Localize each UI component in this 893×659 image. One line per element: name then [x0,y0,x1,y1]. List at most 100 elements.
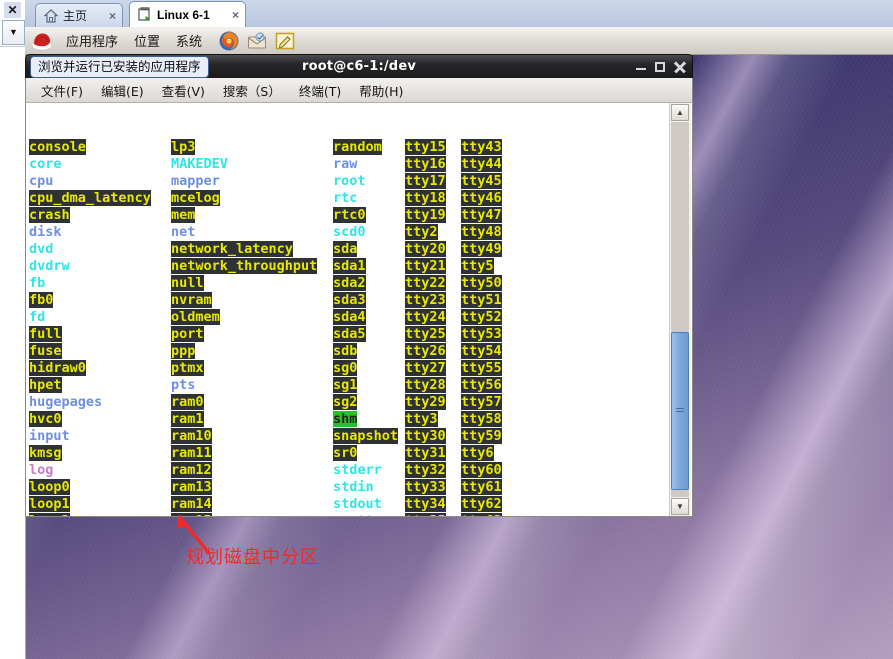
listing-entry-label: tty19 [405,207,446,223]
close-icon[interactable]: ✕ [4,2,21,18]
listing-entry-label: tty29 [405,394,446,410]
tab-home[interactable]: 主页 × [35,3,123,27]
redhat-logo-icon[interactable] [31,30,53,52]
close-button[interactable] [674,61,686,73]
listing-entry: sg1 [333,377,405,394]
listing-entry: tty62 [461,496,546,513]
tab-linux-close-icon[interactable]: × [224,8,239,22]
listing-entry-label: tty53 [461,326,502,342]
listing-entry-label: ram14 [171,496,212,512]
listing-entry-label: sg2 [333,394,358,410]
tab-linux-label: Linux 6-1 [157,7,210,22]
listing-entry-label: hvc0 [29,411,62,427]
listing-entry: cpu_dma_latency [29,190,171,207]
listing-entry: kmsg [29,445,171,462]
listing-entry-label: lp3 [171,139,196,155]
listing-entry: tty3 [405,411,461,428]
menu-terminal[interactable]: 终端(T) [290,81,350,100]
listing-entry: dvd [29,241,171,258]
listing-entry: sg0 [333,360,405,377]
terminal-screen[interactable]: console core cpu cpu_dma_latency crash disk dv… [29,105,669,516]
menu-help[interactable]: 帮助(H) [350,81,412,100]
listing-entry: ptmx [171,360,333,377]
listing-entry-label: tty45 [461,173,502,189]
listing-entry: tty45 [461,173,546,190]
panel-menu-system[interactable]: 系统 [168,31,210,50]
listing-entry: tty48 [461,224,546,241]
listing-entry: tty51 [461,292,546,309]
listing-entry: loop1 [29,496,171,513]
panel-menu-places[interactable]: 位置 [126,31,168,50]
minimize-button[interactable] [636,62,646,72]
listing-entry: tty15 [405,139,461,156]
listing-entry: stdin [333,479,405,496]
terminal-body[interactable]: console core cpu cpu_dma_latency crash disk dv… [25,103,693,517]
listing-entry-label: loop2 [29,513,70,516]
listing-entry-label: tty44 [461,156,502,172]
scrollbar-thumb[interactable] [671,332,689,490]
tab-home-close-icon[interactable]: × [101,9,116,23]
listing-entry-label: mapper [171,173,220,189]
terminal-scrollbar[interactable]: ▲ ▼ [669,103,691,516]
menu-search[interactable]: 搜索（S） [214,81,290,100]
listing-entry: ram0 [171,394,333,411]
listing-entry: loop2 [29,513,171,516]
scrollbar-track[interactable] [671,122,689,497]
listing-entry: network_latency [171,241,333,258]
terminal-window: root@c6-1:/dev 文件(F) 编辑(E) 查看(V) 搜索（S） 终… [25,54,693,517]
listing-entry-label: oldmem [171,309,220,325]
evolution-mail-icon[interactable] [246,30,268,52]
scroll-down-icon[interactable]: ▼ [671,498,689,515]
listing-entry-label: tty15 [405,139,446,155]
firefox-icon[interactable] [218,30,240,52]
directory-listing: console core cpu cpu_dma_latency crash disk dv… [29,139,669,516]
chevron-down-icon[interactable]: ▼ [2,20,25,45]
maximize-button[interactable] [655,61,665,72]
listing-entry: tty18 [405,190,461,207]
listing-entry: tty28 [405,377,461,394]
listing-entry-label: sda1 [333,258,366,274]
tab-strip: 主页 × Linux 6-1 × [25,0,893,28]
listing-entry-label: rtc0 [333,207,366,223]
listing-entry-label: input [29,428,70,444]
listing-entry-label: tty58 [461,411,502,427]
listing-entry: rtc [333,190,405,207]
listing-entry: tty55 [461,360,546,377]
scroll-up-icon[interactable]: ▲ [671,104,689,121]
listing-entry: tty35 [405,513,461,516]
listing-entry-label: tty57 [461,394,502,410]
listing-entry: tty34 [405,496,461,513]
listing-entry-label: tty21 [405,258,446,274]
listing-entry-label: tty23 [405,292,446,308]
listing-entry-label: tty43 [461,139,502,155]
listing-column: console core cpu cpu_dma_latency crash disk dv… [29,139,171,516]
desktop-root: ✕ ▼ 主页 × Linux 6-1 × 应用程序 位置 系统 浏览并运行已安装… [0,0,893,659]
listing-entry-label: loop1 [29,496,70,512]
listing-entry: systty [333,513,405,516]
listing-entry: ram11 [171,445,333,462]
listing-entry-label: disk [29,224,62,240]
listing-entry-label: crash [29,207,70,223]
tab-home-label: 主页 [63,9,88,23]
listing-entry-label: ram13 [171,479,212,495]
menu-edit[interactable]: 编辑(E) [92,81,153,100]
listing-entry: mem [171,207,333,224]
listing-entry-label: tty60 [461,462,502,478]
text-editor-icon[interactable] [274,30,296,52]
listing-entry: hpet [29,377,171,394]
listing-entry: tty30 [405,428,461,445]
listing-entry-label: tty24 [405,309,446,325]
listing-entry-label: sda [333,241,358,257]
panel-menu-applications[interactable]: 应用程序 [58,31,126,50]
listing-entry-label: tty32 [405,462,446,478]
tab-linux-6-1[interactable]: Linux 6-1 × [129,1,246,27]
menu-file[interactable]: 文件(F) [32,81,92,100]
menu-view[interactable]: 查看(V) [153,81,214,100]
listing-entry: sr0 [333,445,405,462]
listing-entry-label: hidraw0 [29,360,86,376]
listing-entry-label: ram11 [171,445,212,461]
listing-entry-label: tty17 [405,173,446,189]
listing-entry-label: tty35 [405,513,446,516]
listing-entry: hugepages [29,394,171,411]
listing-entry-label: tty49 [461,241,502,257]
